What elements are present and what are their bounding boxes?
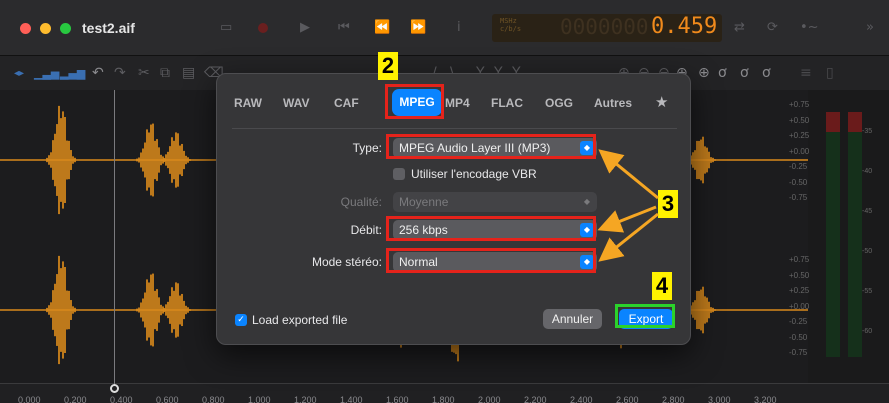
arrow-to-bitrate — [597, 205, 657, 233]
annotation-arrows — [597, 149, 659, 262]
arrow-to-stereo-mode — [598, 212, 659, 262]
arrow-to-type — [598, 149, 659, 200]
